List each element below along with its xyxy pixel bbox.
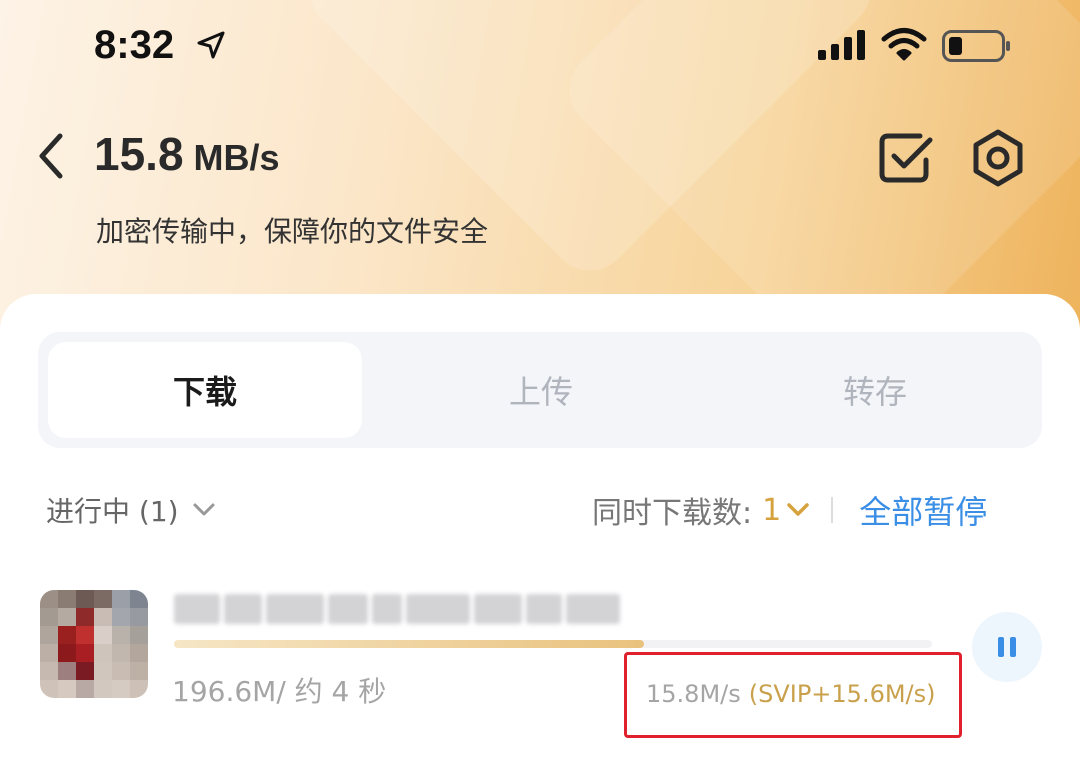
settings-button[interactable] bbox=[968, 128, 1028, 188]
transfer-tabs: 下载 上传 转存 bbox=[38, 332, 1042, 448]
tab-download[interactable]: 下载 bbox=[48, 342, 362, 438]
multi-select-button[interactable] bbox=[876, 130, 936, 186]
pause-button[interactable] bbox=[972, 612, 1042, 682]
speed-unit: MB/s bbox=[193, 137, 280, 178]
pause-all-button[interactable]: 全部暂停 bbox=[859, 487, 987, 533]
concurrency-row: 同时下载数: 1 全部暂停 bbox=[592, 486, 987, 534]
speed-highlight-box bbox=[624, 652, 962, 738]
file-name-redacted bbox=[174, 592, 620, 626]
cellular-signal-icon bbox=[818, 30, 865, 60]
status-filter-label: 进行中 (1) bbox=[46, 495, 179, 528]
status-filter-dropdown[interactable]: 进行中 (1) bbox=[46, 488, 215, 532]
concurrency-selector[interactable]: 1 bbox=[762, 493, 809, 528]
pause-icon bbox=[998, 637, 1004, 657]
back-button[interactable] bbox=[30, 128, 74, 184]
encryption-subtitle: 加密传输中，保障你的文件安全 bbox=[96, 215, 489, 248]
concurrency-value: 1 bbox=[762, 492, 782, 528]
divider bbox=[831, 497, 834, 523]
location-arrow-icon bbox=[197, 31, 225, 59]
tab-upload[interactable]: 上传 bbox=[384, 342, 698, 438]
chevron-down-icon bbox=[193, 503, 215, 516]
download-progress-bar bbox=[174, 640, 932, 648]
speed-value: 15.8 bbox=[94, 128, 184, 180]
status-time: 8:32 bbox=[94, 23, 175, 67]
transfer-speed-title: 15.8 MB/s bbox=[94, 124, 280, 196]
chevron-down-icon bbox=[787, 503, 809, 516]
file-size-eta: 196.6M/ 约 4 秒 bbox=[172, 675, 387, 708]
tab-transfer[interactable]: 转存 bbox=[718, 342, 1032, 438]
battery-icon bbox=[942, 30, 1010, 62]
file-thumbnail bbox=[40, 590, 148, 698]
download-progress-fill bbox=[174, 640, 644, 648]
concurrency-label: 同时下载数: bbox=[592, 496, 753, 531]
wifi-icon bbox=[881, 28, 927, 61]
